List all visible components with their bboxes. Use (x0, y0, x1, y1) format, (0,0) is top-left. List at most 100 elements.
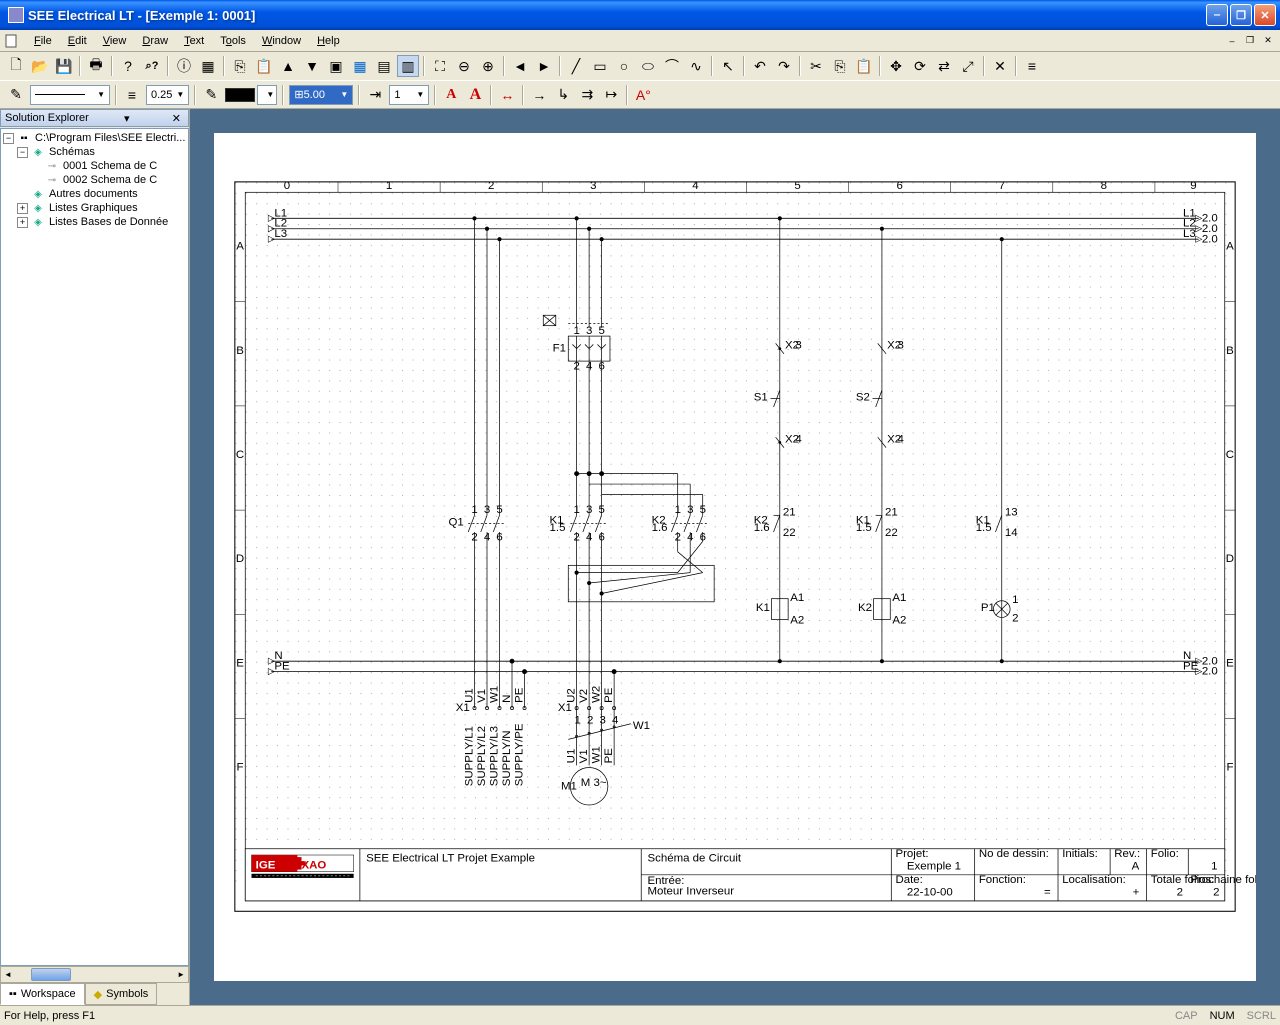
spline-button[interactable]: ∿ (685, 55, 707, 77)
copy2-button[interactable]: ⎘ (829, 55, 851, 77)
zoomin-button[interactable]: ⊕ (477, 55, 499, 77)
tab-symbols[interactable]: ◆ Symbols (85, 983, 158, 1005)
tree-doc1[interactable]: ⊸ 0001 Schema de C (3, 159, 186, 173)
pen-button[interactable]: ✎ (5, 84, 27, 106)
save-button[interactable]: 💾 (53, 55, 75, 77)
color-combo[interactable]: ▼ (257, 85, 277, 105)
menu-help[interactable]: Help (309, 33, 348, 49)
info-button[interactable]: ⓘ (173, 55, 195, 77)
cut-button[interactable]: ✂ (805, 55, 827, 77)
align-button[interactable]: ≡ (1021, 55, 1043, 77)
arc-button[interactable]: ⌒ (661, 55, 683, 77)
circle-button[interactable]: ○ (613, 55, 635, 77)
mdi-close-button[interactable]: ✕ (1260, 34, 1276, 48)
grid-combo[interactable]: ⊞ 5.00▼ (289, 85, 353, 105)
expand-icon[interactable]: + (17, 203, 28, 214)
tree-root[interactable]: − ▪▪ C:\Program Files\SEE Electri... (3, 131, 186, 145)
next-button[interactable]: ► (533, 55, 555, 77)
ellipse-button[interactable]: ⬭ (637, 55, 659, 77)
select-button[interactable]: ↖ (717, 55, 739, 77)
open-button[interactable]: 📂 (29, 55, 51, 77)
menu-tools[interactable]: Tools (212, 33, 254, 49)
undo-button[interactable]: ↶ (749, 55, 771, 77)
wire1-button[interactable]: → (528, 84, 550, 106)
svg-text:1: 1 (573, 325, 579, 337)
explorer-pin-icon[interactable]: ▾ (124, 112, 130, 125)
tree-listesb[interactable]: + ◈ Listes Bases de Donnée (3, 215, 186, 229)
paste-button[interactable]: 📋 (253, 55, 275, 77)
color-swatch[interactable] (225, 88, 255, 102)
svg-text:No de dessin:: No de dessin: (979, 848, 1049, 860)
tool-b-button[interactable]: ▦ (349, 55, 371, 77)
tree-listesg[interactable]: + ◈ Listes Graphiques (3, 201, 186, 215)
wire4-button[interactable]: ↦ (600, 84, 622, 106)
whatsthis-button[interactable]: ⌕? (141, 55, 163, 77)
svg-text:6: 6 (700, 531, 706, 543)
grid-button[interactable]: ▦ (197, 55, 219, 77)
copy-button[interactable]: ⎘ (229, 55, 251, 77)
new-button[interactable]: 🗋 (5, 55, 27, 77)
fit-button[interactable]: ⛶ (429, 55, 451, 77)
symbols-icon: ◆ (94, 988, 102, 1001)
text-attr-button[interactable]: A° (632, 84, 654, 106)
rect-button[interactable]: ▭ (589, 55, 611, 77)
fill-button[interactable]: ✎ (200, 84, 222, 106)
tree-autres[interactable]: ◈ Autres documents (3, 187, 186, 201)
explorer-tree[interactable]: − ▪▪ C:\Program Files\SEE Electri... − ◈… (0, 128, 189, 966)
prev-button[interactable]: ◄ (509, 55, 531, 77)
movedown-button[interactable]: ▼ (301, 55, 323, 77)
minimize-button[interactable]: ‒ (1206, 4, 1228, 26)
menu-view[interactable]: View (95, 33, 135, 49)
scale-button[interactable]: ⤢ (957, 55, 979, 77)
close-button[interactable]: ✕ (1254, 4, 1276, 26)
print-button[interactable]: 🖶 (85, 55, 107, 77)
move-button[interactable]: ✥ (885, 55, 907, 77)
drawing-viewport[interactable]: 0 1 2 3 4 5 6 7 8 9 (190, 109, 1280, 1005)
explorer-hscrollbar[interactable]: ◄ ► (0, 966, 189, 983)
dim-h-button[interactable]: ↔ (496, 84, 518, 106)
wire2-button[interactable]: ↳ (552, 84, 574, 106)
tab-workspace[interactable]: ▪▪ Workspace (0, 983, 85, 1005)
drawing-canvas[interactable]: 0 1 2 3 4 5 6 7 8 9 (214, 133, 1256, 981)
svg-text:V1: V1 (476, 689, 488, 703)
text-a-button[interactable]: A (440, 84, 462, 106)
collapse-icon[interactable]: − (17, 147, 28, 158)
menu-draw[interactable]: Draw (134, 33, 176, 49)
menu-window[interactable]: Window (254, 33, 309, 49)
linestyle-combo[interactable]: ▼ (30, 85, 110, 105)
snap-combo[interactable]: 1▼ (389, 85, 429, 105)
menu-text[interactable]: Text (176, 33, 212, 49)
moveup-button[interactable]: ▲ (277, 55, 299, 77)
line-button[interactable]: ╱ (565, 55, 587, 77)
tool-a-button[interactable]: ▣ (325, 55, 347, 77)
lineweight-combo[interactable]: 0.25▼ (146, 85, 189, 105)
tree-doc2[interactable]: ⊸ 0002 Schema de C (3, 173, 186, 187)
folder-icon: ◈ (31, 146, 45, 158)
mirror-button[interactable]: ⇄ (933, 55, 955, 77)
maximize-button[interactable]: ❐ (1230, 4, 1252, 26)
menu-edit[interactable]: Edit (60, 33, 95, 49)
tool-d-button[interactable]: ▥ (397, 55, 419, 77)
mdi-restore-button[interactable]: ❐ (1242, 34, 1258, 48)
text-a2-button[interactable]: A (464, 84, 486, 106)
svg-text:SUPPLY/L3: SUPPLY/L3 (488, 726, 500, 786)
expand-icon[interactable]: + (17, 217, 28, 228)
redo-button[interactable]: ↷ (773, 55, 795, 77)
tool-c-button[interactable]: ▤ (373, 55, 395, 77)
app-icon (8, 7, 24, 23)
statusbar: For Help, press F1 CAP NUM SCRL (0, 1005, 1280, 1025)
tree-schemas[interactable]: − ◈ Schémas (3, 145, 186, 159)
menu-file[interactable]: FFileile (26, 33, 60, 49)
zoomout-button[interactable]: ⊖ (453, 55, 475, 77)
svg-text:C: C (236, 449, 244, 461)
rotate-button[interactable]: ⟳ (909, 55, 931, 77)
paste2-button[interactable]: 📋 (853, 55, 875, 77)
mdi-minimize-button[interactable]: ‒ (1224, 34, 1240, 48)
wire3-button[interactable]: ⇉ (576, 84, 598, 106)
svg-text:E: E (1226, 657, 1234, 669)
delete-button[interactable]: ✕ (989, 55, 1011, 77)
svg-text:1: 1 (675, 504, 681, 516)
explorer-close-button[interactable]: ✕ (169, 112, 184, 125)
collapse-icon[interactable]: − (3, 133, 14, 144)
help-context-button[interactable]: ? (117, 55, 139, 77)
